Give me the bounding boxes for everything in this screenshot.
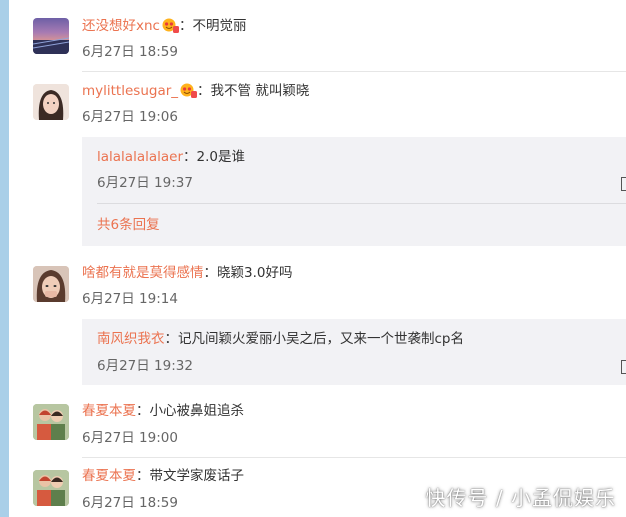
comment-time: 6月27日 19:14: [82, 291, 178, 307]
comment-item: mylittlesugar_ ：我不管 就叫颖晓 6月27日 19:06: [33, 82, 626, 125]
colon: ：: [136, 468, 150, 484]
comment-text: 小心被鼻姐追杀: [149, 403, 245, 419]
comment-divider: [82, 457, 626, 458]
avatar[interactable]: [33, 404, 69, 440]
avatar-girl-image: [33, 84, 69, 120]
comment-text: 晓颖3.0好吗: [217, 265, 293, 281]
comment-item: 还没想好xnc ：不明觉丽 6月27日 18:59: [33, 16, 626, 72]
reply-item: lalalalalalaer：2.0是谁: [97, 148, 245, 166]
avatar-face-image: [33, 266, 69, 302]
avatar[interactable]: [33, 18, 69, 54]
colon: ：: [136, 403, 150, 419]
vip-badge-icon: [162, 18, 179, 33]
colon: ：: [203, 265, 218, 281]
reply-item: 南风织我衣：记凡间颖火爱丽小吴之后，又来一个世袭制cp名: [97, 330, 464, 348]
username-link[interactable]: mylittlesugar_: [82, 83, 178, 99]
colon: ：: [164, 331, 179, 347]
reply-username-link[interactable]: 南风织我衣: [97, 331, 165, 347]
left-scrollbar-strip: [0, 0, 9, 517]
comment-item: 春夏本夏：小心被鼻姐追杀 6月27日 19:00: [33, 402, 626, 450]
watermark: 快传号 / 小孟侃娱乐: [425, 486, 616, 510]
reply-time: 6月27日 19:32: [97, 358, 193, 374]
colon: ：: [197, 83, 211, 99]
reply-action-icon[interactable]: [621, 360, 626, 374]
avatar[interactable]: [33, 470, 69, 506]
reply-time: 6月27日 19:37: [97, 175, 193, 191]
username-link[interactable]: 春夏本夏: [82, 403, 136, 419]
comment-time: 6月27日 19:06: [82, 109, 178, 125]
avatar-couple-image: [33, 470, 69, 506]
reply-box: 南风织我衣：记凡间颖火爱丽小吴之后，又来一个世袭制cp名 6月27日 19:32: [82, 319, 626, 385]
reply-text: 记凡间颖火爱丽小吴之后，又来一个世袭制cp名: [178, 331, 464, 347]
reply-action-icon[interactable]: [621, 177, 626, 191]
reply-text: 2.0是谁: [196, 149, 245, 165]
username-link[interactable]: 啥都有就是莫得感情: [82, 265, 204, 281]
comment-time: 6月27日 18:59: [82, 495, 178, 511]
more-replies-link[interactable]: 共6条回复: [97, 216, 160, 234]
comment-time: 6月27日 18:59: [82, 44, 178, 60]
vip-badge-icon: [180, 83, 198, 98]
avatar-couple-image: [33, 404, 69, 440]
comment-text: 我不管 就叫颖晓: [210, 83, 310, 99]
colon: ：: [178, 18, 193, 34]
avatar[interactable]: [33, 266, 69, 302]
reply-username-link[interactable]: lalalalalalaer: [97, 149, 183, 165]
username-link[interactable]: 春夏本夏: [82, 468, 136, 484]
comment-text: 不明觉丽: [192, 18, 247, 34]
avatar[interactable]: [33, 84, 69, 120]
comment-time: 6月27日 19:00: [82, 430, 178, 446]
reply-box: lalalalalalaer：2.0是谁 6月27日 19:37 共6条回复: [82, 137, 626, 246]
username-link[interactable]: 还没想好xnc: [82, 18, 160, 34]
comment-item: 啥都有就是莫得感情：晓颖3.0好吗 6月27日 19:14: [33, 264, 626, 307]
avatar-sunset-image: [33, 37, 69, 54]
comment-text: 带文学家废话子: [149, 468, 245, 484]
comment-divider: [82, 71, 626, 72]
colon: ：: [183, 149, 197, 165]
reply-divider: [97, 203, 626, 204]
